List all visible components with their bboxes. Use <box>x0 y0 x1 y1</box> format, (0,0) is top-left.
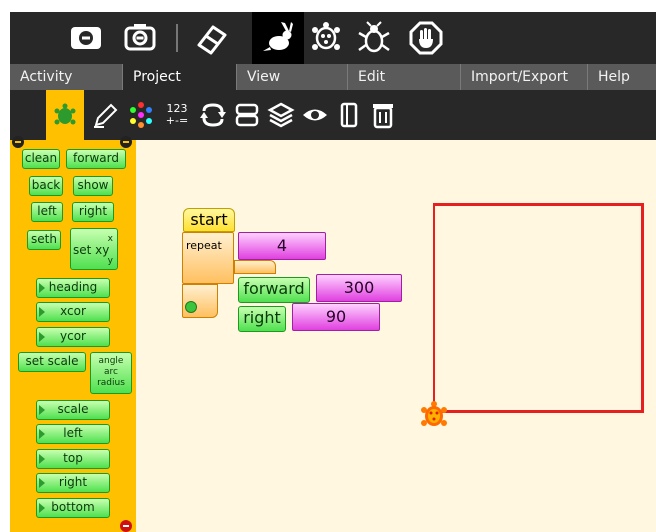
sensor-arrow-icon <box>39 332 45 342</box>
blocks-palette-icon[interactable] <box>230 98 264 132</box>
sensor-arrow-icon <box>39 405 45 415</box>
palette-top-sensor-block[interactable]: top <box>36 449 110 469</box>
trash-icon[interactable] <box>366 98 400 132</box>
turtle-palette: clean forward back show left right seth … <box>10 136 136 532</box>
turtle-palette-icon <box>48 98 82 132</box>
eraser-icon[interactable] <box>194 20 230 56</box>
forward-block[interactable]: forward <box>238 277 310 303</box>
numbers-icon-bottom: +-= <box>165 114 189 127</box>
palette-seth-block[interactable]: seth <box>27 230 61 250</box>
bottom-sensor-label: bottom <box>51 500 95 514</box>
palette-arc-block[interactable]: angle arc radius <box>90 352 132 394</box>
palette-scale-block[interactable]: scale <box>36 400 110 420</box>
flow-palette-icon[interactable] <box>196 98 230 132</box>
colors-palette-icon[interactable] <box>124 98 158 132</box>
arc-radius-label: radius <box>97 378 125 388</box>
left-sensor-label: left <box>63 426 83 440</box>
stop-hand-icon[interactable] <box>408 20 444 56</box>
sensor-arrow-icon <box>39 429 45 439</box>
extras-palette-icon[interactable] <box>264 98 298 132</box>
arc-angle-label: angle <box>98 356 124 366</box>
setxy-label: set xy <box>73 243 110 257</box>
right-value-arg[interactable]: 90 <box>292 303 380 331</box>
setxy-x-label: x <box>107 234 113 244</box>
sensor-arrow-icon <box>39 307 45 317</box>
tab-help[interactable]: Help <box>588 64 656 90</box>
palette-close-icon[interactable] <box>120 136 132 148</box>
stop-icon[interactable] <box>68 20 104 56</box>
tab-import-export[interactable]: Import/Export <box>461 64 588 90</box>
start-block[interactable]: start <box>183 208 235 232</box>
tab-view[interactable]: View <box>237 64 348 90</box>
sensor-arrow-icon <box>39 283 45 293</box>
pen-palette-icon[interactable] <box>88 98 122 132</box>
palette-show-block[interactable]: show <box>73 176 113 196</box>
repeat-clamp-bottom <box>182 284 218 318</box>
ycor-label: ycor <box>60 329 86 343</box>
palette-left-block[interactable]: left <box>31 202 63 222</box>
sensors-palette-icon[interactable] <box>298 98 332 132</box>
palette-setxy-block[interactable]: set xy x y <box>70 228 118 270</box>
turtle-walk-icon[interactable] <box>308 20 344 56</box>
repeat-clamp <box>234 260 276 274</box>
bug-debug-icon[interactable] <box>356 20 392 56</box>
top-sensor-label: top <box>63 451 83 465</box>
repeat-block[interactable]: repeat <box>182 232 234 284</box>
forward-value-arg[interactable]: 300 <box>316 274 402 302</box>
tab-project[interactable]: Project <box>123 64 237 90</box>
palette-toolbar: 123 +-= <box>10 90 656 140</box>
media-palette-icon[interactable] <box>332 98 366 132</box>
scale-label: scale <box>57 402 89 416</box>
heading-label: heading <box>48 280 98 294</box>
drawn-square <box>433 203 644 413</box>
setxy-y-label: y <box>107 256 113 266</box>
palette-collapse-icon[interactable] <box>12 136 24 148</box>
right-block[interactable]: right <box>238 306 286 332</box>
arc-label: arc <box>104 367 118 377</box>
add-icon[interactable] <box>185 301 197 313</box>
palette-forward-block[interactable]: forward <box>66 149 126 169</box>
repeat-count-arg[interactable]: 4 <box>238 232 326 260</box>
turtle-palette-tab[interactable] <box>46 90 84 140</box>
tab-bar: Activity Project View Edit Import/Export… <box>10 64 656 90</box>
camera-icon[interactable] <box>122 20 158 56</box>
palette-right-block[interactable]: right <box>72 202 114 222</box>
palette-shrink-icon[interactable] <box>120 520 132 532</box>
palette-clean-block[interactable]: clean <box>22 149 60 169</box>
palette-right-sensor-block[interactable]: right <box>36 473 110 493</box>
sensor-arrow-icon <box>39 454 45 464</box>
palette-xcor-block[interactable]: xcor <box>36 302 110 322</box>
palette-ycor-block[interactable]: ycor <box>36 327 110 347</box>
tab-activity[interactable]: Activity <box>10 64 123 90</box>
main-toolbar <box>10 12 656 64</box>
tab-edit[interactable]: Edit <box>348 64 461 90</box>
toolbar-separator <box>176 24 178 52</box>
xcor-label: xcor <box>60 304 86 318</box>
palette-heading-block[interactable]: heading <box>36 278 110 298</box>
right-sensor-label: right <box>58 475 88 489</box>
sensor-arrow-icon <box>39 478 45 488</box>
numbers-palette-icon[interactable]: 123 +-= <box>160 98 194 132</box>
sensor-arrow-icon <box>39 503 45 513</box>
palette-bottom-sensor-block[interactable]: bottom <box>36 498 110 518</box>
palette-back-block[interactable]: back <box>29 176 63 196</box>
palette-left-sensor-block[interactable]: left <box>36 424 110 444</box>
run-button-slot <box>252 12 304 64</box>
turtle-icon[interactable] <box>420 400 448 430</box>
repeat-label: repeat <box>186 239 222 252</box>
palette-setscale-block[interactable]: set scale <box>18 352 86 372</box>
run-rabbit-icon[interactable] <box>260 20 296 56</box>
